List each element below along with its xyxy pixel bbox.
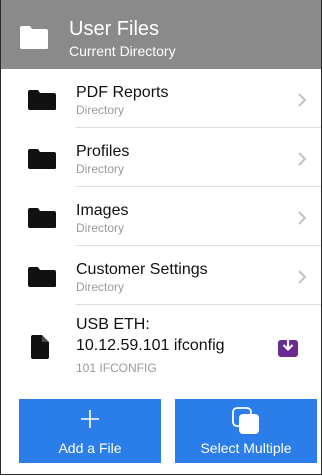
list-item-customer-settings[interactable]: Customer Settings Directory [1,246,321,305]
item-subtitle: Directory [76,103,125,117]
page-title: User Files [69,18,160,40]
file-title-line1: USB ETH: [76,316,150,333]
item-subtitle: Directory [76,162,125,176]
item-title: Profiles [76,143,130,160]
file-title-line2: 10.12.59.101 ifconfig [76,337,225,354]
chevron-right-icon [298,152,307,166]
chevron-right-icon [298,93,307,107]
list-item-pdf-reports[interactable]: PDF Reports Directory [1,69,321,128]
file-icon [31,335,49,359]
select-multiple-button[interactable]: Select Multiple [175,399,317,463]
file-subtitle: 101 IFCONFIG [76,361,157,375]
list-item-images[interactable]: Images Directory [1,187,321,246]
header: User Files Current Directory [1,0,321,69]
folder-icon [28,149,56,169]
file-browser: User Files Current Directory PDF Reports… [0,0,322,475]
page-subtitle: Current Directory [69,43,176,59]
folder-icon [28,267,56,287]
chevron-right-icon [298,211,307,225]
item-title: Customer Settings [76,261,208,278]
add-file-label: Add a File [58,440,122,456]
item-subtitle: Directory [76,221,125,235]
folder-icon [28,90,56,110]
plus-icon [81,410,99,428]
select-multiple-icon [232,407,259,434]
list-item-file[interactable]: USB ETH: 10.12.59.101 ifconfig 101 IFCON… [1,305,321,389]
add-file-button[interactable]: Add a File [19,399,161,463]
item-subtitle: Directory [76,280,125,294]
chevron-right-icon [298,270,307,284]
folder-icon [28,208,56,228]
folder-icon [20,26,48,49]
download-icon[interactable] [278,337,298,357]
select-multiple-label: Select Multiple [200,440,292,456]
item-title: PDF Reports [76,84,169,101]
item-title: Images [76,202,129,219]
list-item-profiles[interactable]: Profiles Directory [1,128,321,187]
